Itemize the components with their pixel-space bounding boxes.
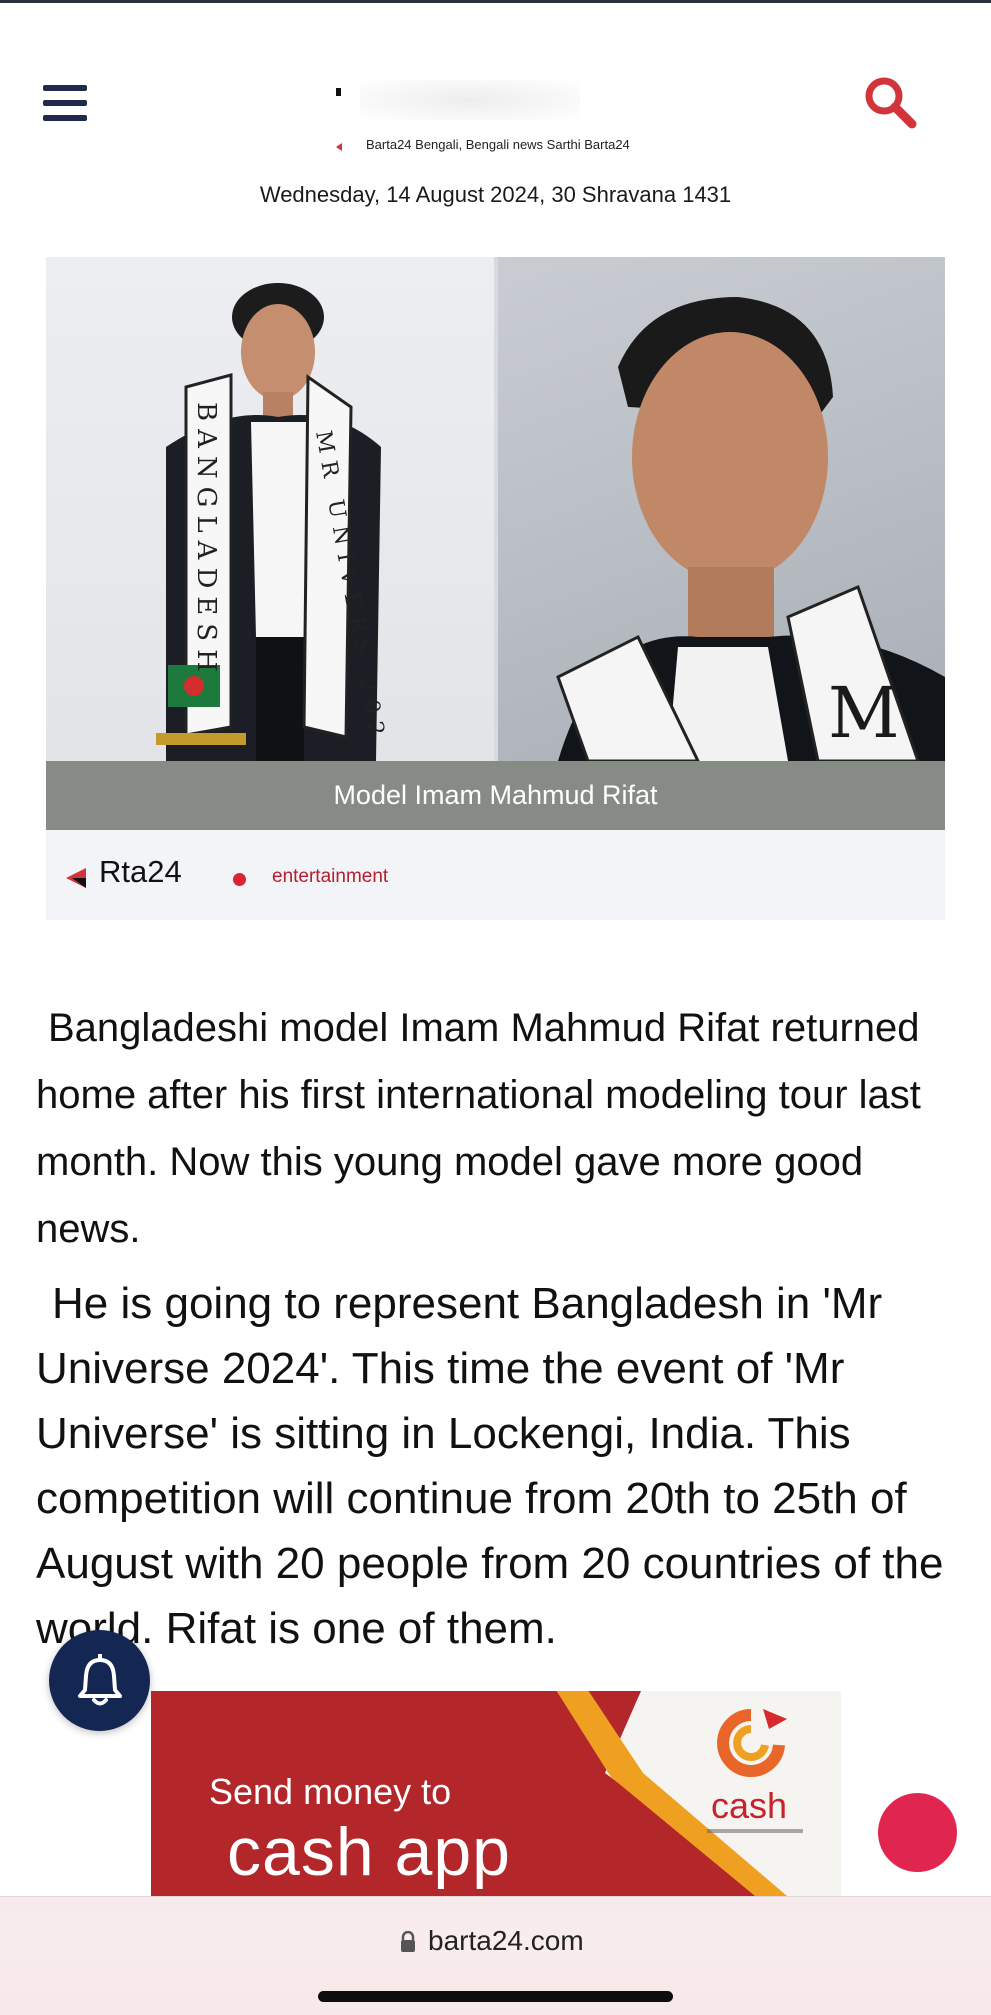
page: Barta24 Bengali, Bengali news Sarthi Bar… (0, 0, 991, 2015)
cash-logo-icon (717, 1709, 787, 1777)
site-logo[interactable]: Barta24 Bengali, Bengali news Sarthi Bar… (300, 80, 680, 160)
source-name: Rta24 (99, 854, 182, 889)
bell-icon (78, 1654, 122, 1706)
notification-bell-button[interactable] (49, 1630, 150, 1731)
hamburger-menu-icon[interactable] (43, 85, 87, 121)
model-full-photo: BANGLADESH MR UNIVERS 202 (46, 257, 494, 761)
ad-brand-name: cash (711, 1785, 788, 1826)
browser-address-bar[interactable]: barta24.com (0, 1896, 991, 2015)
article-meta: Rta24 entertainment (46, 830, 945, 920)
home-indicator[interactable] (318, 1991, 673, 2002)
model-portrait-photo: M (498, 257, 945, 761)
ad-brand-subtext (707, 1829, 803, 1833)
image-caption: Model Imam Mahmud Rifat (46, 761, 945, 830)
site-tagline: Barta24 Bengali, Bengali news Sarthi Bar… (366, 137, 630, 152)
advertisement-banner[interactable]: Send money to cash app cash (151, 1691, 841, 1896)
ad-title: cash app (227, 1814, 511, 1890)
menu-line (43, 115, 87, 121)
logo-image (360, 80, 580, 120)
floating-action-button[interactable] (878, 1793, 957, 1872)
article-paragraph: He is going to represent Bangladesh in '… (36, 1279, 944, 1653)
logo-mark (336, 88, 341, 96)
category-link[interactable]: entertainment (272, 866, 388, 888)
hero-image[interactable]: BANGLADESH MR UNIVERS 202 M Model Imam M… (46, 257, 945, 830)
category-dot-icon (233, 873, 246, 886)
top-border (0, 0, 991, 3)
sash-letter: M (828, 672, 900, 754)
url-text[interactable]: barta24.com (428, 1925, 584, 1957)
site-header: Barta24 Bengali, Bengali news Sarthi Bar… (0, 60, 991, 180)
logo-accent-icon (336, 143, 342, 151)
article-paragraph: Bangladeshi model Imam Mahmud Rifat retu… (36, 1006, 921, 1251)
current-date: Wednesday, 14 August 2024, 30 Shravana 1… (259, 182, 732, 207)
lock-icon (401, 1931, 415, 1952)
ad-headline: Send money to (209, 1771, 452, 1812)
search-icon[interactable] (862, 74, 918, 130)
article-body: Bangladeshi model Imam Mahmud Rifat retu… (36, 995, 956, 1661)
sash-text-left: BANGLADESH (191, 402, 221, 680)
source-logo-icon (66, 868, 86, 888)
menu-line (43, 100, 87, 106)
menu-line (43, 85, 87, 91)
